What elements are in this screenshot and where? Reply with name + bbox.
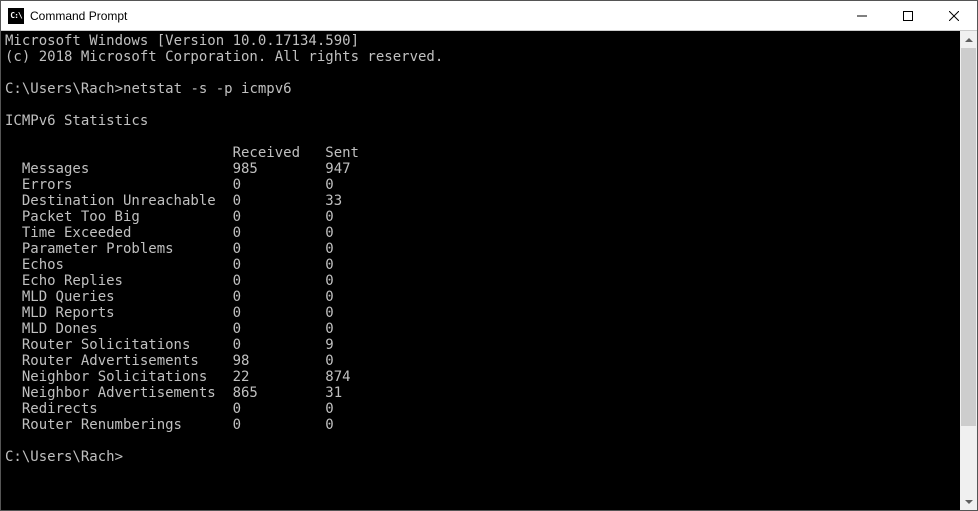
window-controls [839,1,977,30]
stat-received: 0 [233,321,326,337]
maximize-button[interactable] [885,1,931,30]
stat-label: Redirects [5,401,233,417]
vertical-scrollbar[interactable] [960,31,977,510]
scroll-up-arrow[interactable] [960,31,977,48]
header-sent: Sent [325,145,359,161]
stat-label: Time Exceeded [5,225,233,241]
stat-sent: 0 [325,321,333,337]
copyright-line: (c) 2018 Microsoft Corporation. All righ… [5,49,443,65]
stat-label: Messages [5,161,233,177]
scroll-thumb[interactable] [961,48,976,426]
stat-received: 0 [233,417,326,433]
minimize-button[interactable] [839,1,885,30]
stat-sent: 0 [325,401,333,417]
stat-received: 0 [233,257,326,273]
stat-label: Echo Replies [5,273,233,289]
stat-label: Echos [5,257,233,273]
stat-received: 0 [233,193,326,209]
stat-label: Router Advertisements [5,353,233,369]
stat-sent: 0 [325,241,333,257]
stat-sent: 33 [325,193,342,209]
window-titlebar[interactable]: C:\ Command Prompt [1,1,977,31]
close-button[interactable] [931,1,977,30]
prompt-path-2: C:\Users\Rach> [5,449,123,465]
stat-label: Parameter Problems [5,241,233,257]
stat-received: 0 [233,273,326,289]
stat-sent: 0 [325,417,333,433]
stat-label: Destination Unreachable [5,193,233,209]
stat-sent: 0 [325,273,333,289]
stat-sent: 0 [325,305,333,321]
minimize-icon [857,11,867,21]
os-version-line: Microsoft Windows [Version 10.0.17134.59… [5,33,359,49]
chevron-down-icon [965,500,973,504]
stat-label: Neighbor Advertisements [5,385,233,401]
prompt-path: C:\Users\Rach> [5,81,123,97]
stat-label: Neighbor Solicitations [5,369,233,385]
stat-received: 865 [233,385,326,401]
stat-label: Errors [5,177,233,193]
scroll-down-arrow[interactable] [960,493,977,510]
stat-label: Router Solicitations [5,337,233,353]
terminal-wrapper: Microsoft Windows [Version 10.0.17134.59… [1,31,977,510]
stat-received: 985 [233,161,326,177]
stat-label: Packet Too Big [5,209,233,225]
terminal-output[interactable]: Microsoft Windows [Version 10.0.17134.59… [1,31,960,510]
close-icon [949,11,959,21]
stat-sent: 0 [325,209,333,225]
stats-rows: Messages985947 Errors00 Destination Unre… [5,161,956,433]
stat-label: MLD Queries [5,289,233,305]
stat-sent: 31 [325,385,342,401]
stat-sent: 0 [325,353,333,369]
stat-received: 0 [233,209,326,225]
stat-received: 0 [233,305,326,321]
stat-received: 0 [233,177,326,193]
stat-label: Router Renumberings [5,417,233,433]
stat-sent: 0 [325,289,333,305]
stat-sent: 0 [325,177,333,193]
cmd-icon: C:\ [8,8,24,24]
stat-received: 0 [233,241,326,257]
stat-received: 0 [233,289,326,305]
window-title: Command Prompt [30,9,839,23]
stat-received: 22 [233,369,326,385]
stat-label: MLD Dones [5,321,233,337]
stat-received: 0 [233,337,326,353]
scroll-track[interactable] [960,48,977,493]
stat-sent: 9 [325,337,333,353]
maximize-icon [903,11,913,21]
stats-title: ICMPv6 Statistics [5,113,148,129]
stat-sent: 874 [325,369,350,385]
stat-sent: 0 [325,225,333,241]
stat-received: 0 [233,225,326,241]
stat-received: 98 [233,353,326,369]
stat-label: MLD Reports [5,305,233,321]
chevron-up-icon [965,38,973,42]
stat-sent: 947 [325,161,350,177]
stat-received: 0 [233,401,326,417]
entered-command: netstat -s -p icmpv6 [123,81,292,97]
header-received: Received [233,145,326,161]
stat-sent: 0 [325,257,333,273]
